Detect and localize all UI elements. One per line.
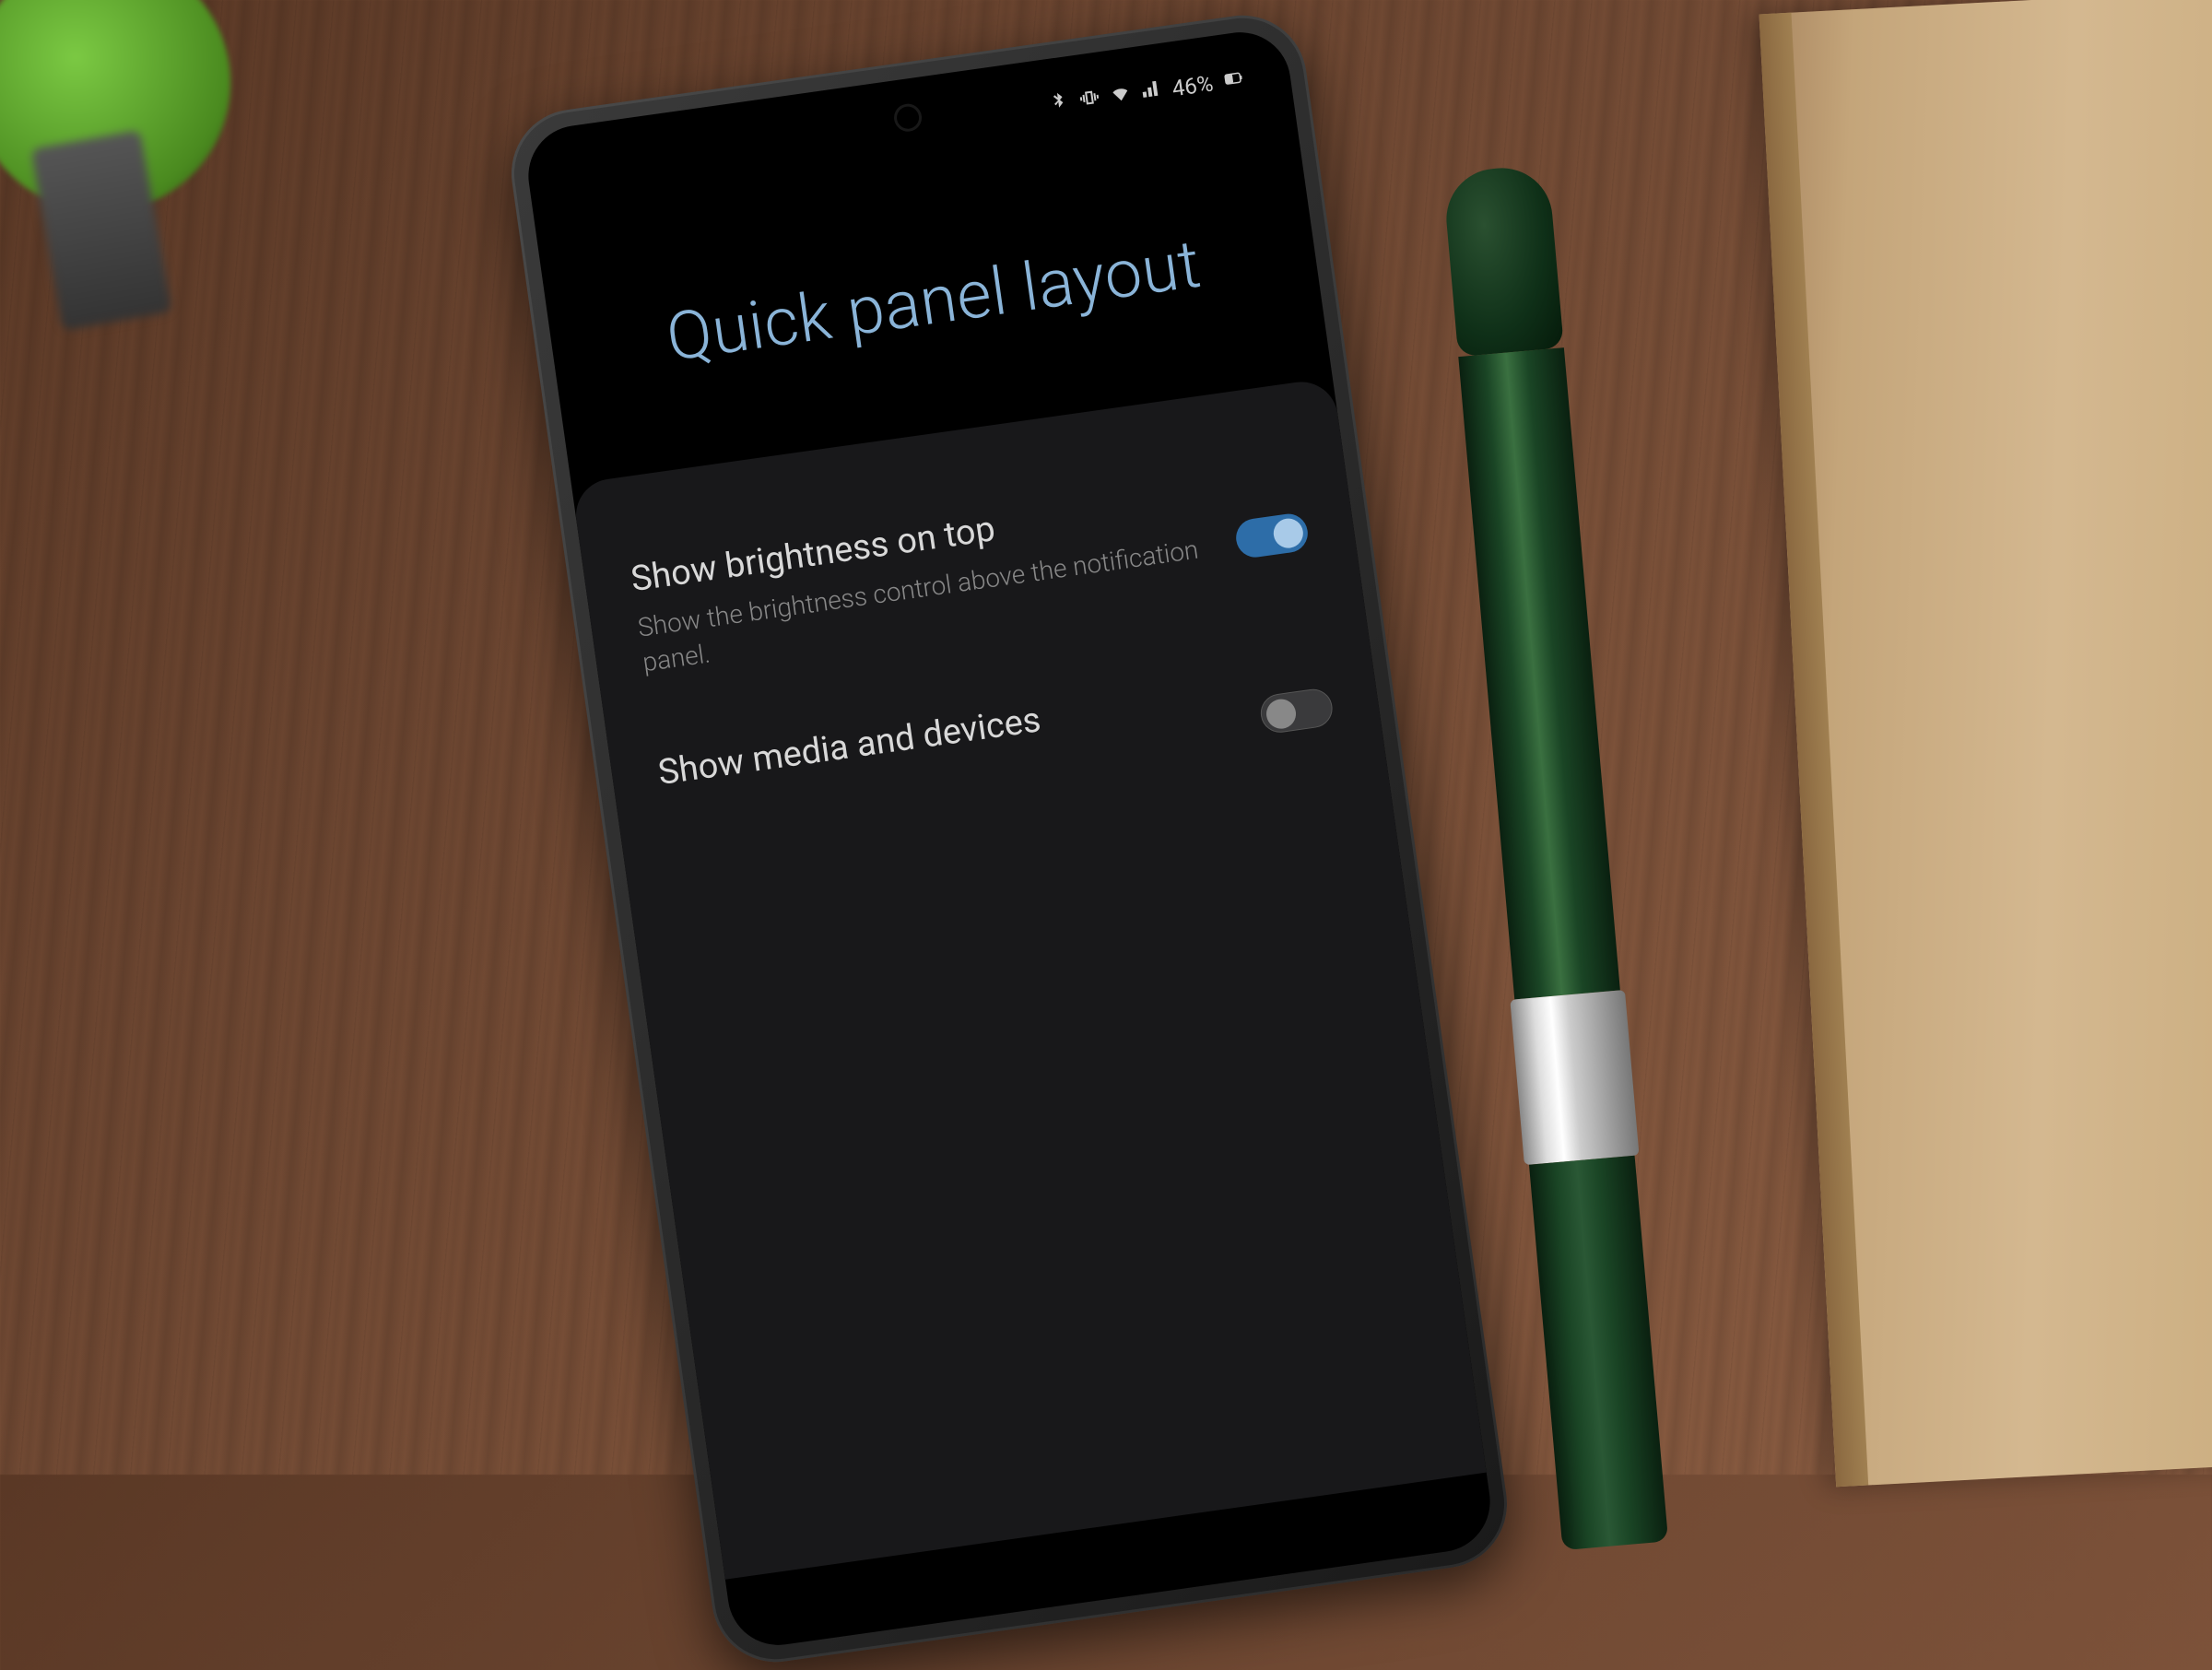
signal-icon [1139, 76, 1165, 107]
toggle-brightness-on-top[interactable] [1233, 512, 1310, 559]
phone-screen: 46% Quick panel layout Show brightness o… [522, 26, 1496, 1652]
android-figurine-prop [0, 0, 230, 212]
toggle-media-and-devices[interactable] [1258, 687, 1335, 735]
wifi-icon [1109, 81, 1135, 112]
notebook-prop [1759, 0, 2212, 1487]
battery-percent-label: 46% [1171, 70, 1215, 101]
battery-icon [1220, 65, 1246, 96]
phone-device: 46% Quick panel layout Show brightness o… [503, 7, 1515, 1670]
settings-panel: Show brightness on top Show the brightne… [571, 377, 1487, 1579]
vibrate-icon [1077, 85, 1103, 115]
bluetooth-icon [1046, 89, 1072, 120]
